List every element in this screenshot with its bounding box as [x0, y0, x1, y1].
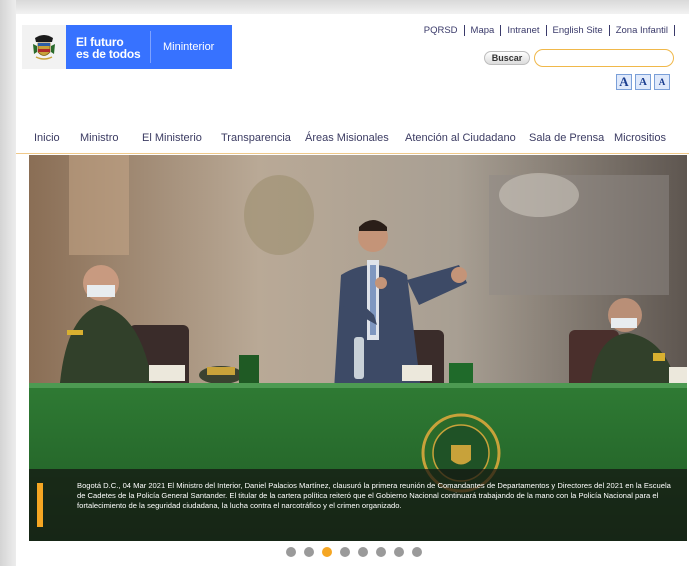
carousel-dot[interactable]: [358, 547, 368, 557]
hero-slide[interactable]: Bogotá D.C., 04 Mar 2021 El Ministro del…: [29, 155, 687, 541]
main-nav: Inicio Ministro El Ministerio Transparen…: [16, 122, 689, 154]
divider: [674, 25, 675, 36]
page: El futuro es de todos Mininterior PQRSD …: [16, 14, 689, 566]
nav-item-sala-de-prensa[interactable]: Sala de Prensa: [529, 132, 604, 144]
nav-item-inicio[interactable]: Inicio: [34, 132, 60, 144]
carousel-dot[interactable]: [304, 547, 314, 557]
carousel-dot-active[interactable]: [322, 547, 332, 557]
nav-item-ministro[interactable]: Ministro: [80, 132, 119, 144]
toplink-english-site[interactable]: English Site: [547, 25, 609, 36]
toplink-intranet[interactable]: Intranet: [501, 25, 545, 36]
hero-caption: Bogotá D.C., 04 Mar 2021 El Ministro del…: [77, 481, 671, 510]
font-size-controls: A A A: [616, 74, 670, 90]
nav-item-el-ministerio[interactable]: El Ministerio: [142, 132, 202, 144]
top-links: PQRSD Mapa Intranet English Site Zona In…: [418, 25, 675, 36]
nav-item-areas-misionales[interactable]: Áreas Misionales: [305, 132, 389, 144]
font-size-small-button[interactable]: A: [654, 74, 670, 90]
carousel-dot[interactable]: [286, 547, 296, 557]
hero-caption-panel: Bogotá D.C., 04 Mar 2021 El Ministro del…: [29, 469, 687, 541]
window-frame-top: [0, 0, 689, 14]
carousel-dot[interactable]: [340, 547, 350, 557]
caption-accent-bar: [37, 483, 43, 527]
toplink-zona-infantil[interactable]: Zona Infantil: [610, 25, 674, 36]
carousel-dot[interactable]: [394, 547, 404, 557]
logo-line2: es de todos: [76, 47, 141, 61]
font-size-large-button[interactable]: A: [616, 74, 632, 90]
toplink-pqrsd[interactable]: PQRSD: [418, 25, 464, 36]
ministry-name: Mininterior: [163, 41, 215, 53]
nav-item-transparencia[interactable]: Transparencia: [221, 132, 291, 144]
font-size-medium-button[interactable]: A: [635, 74, 651, 90]
coat-of-arms-icon: [22, 25, 66, 69]
nav-item-atencion-ciudadano[interactable]: Atención al Ciudadano: [405, 132, 516, 144]
window-frame-left: [0, 0, 16, 566]
toplink-mapa[interactable]: Mapa: [465, 25, 501, 36]
search-input[interactable]: [534, 49, 674, 67]
logo-slogan: El futuro es de todos: [66, 25, 150, 69]
nav-item-micrositios[interactable]: Micrositios: [614, 132, 666, 144]
search-button[interactable]: Buscar: [484, 51, 530, 65]
gov-logo[interactable]: El futuro es de todos Mininterior: [22, 25, 232, 69]
carousel-dots: [286, 547, 422, 557]
carousel-dot[interactable]: [376, 547, 386, 557]
carousel-dot[interactable]: [412, 547, 422, 557]
